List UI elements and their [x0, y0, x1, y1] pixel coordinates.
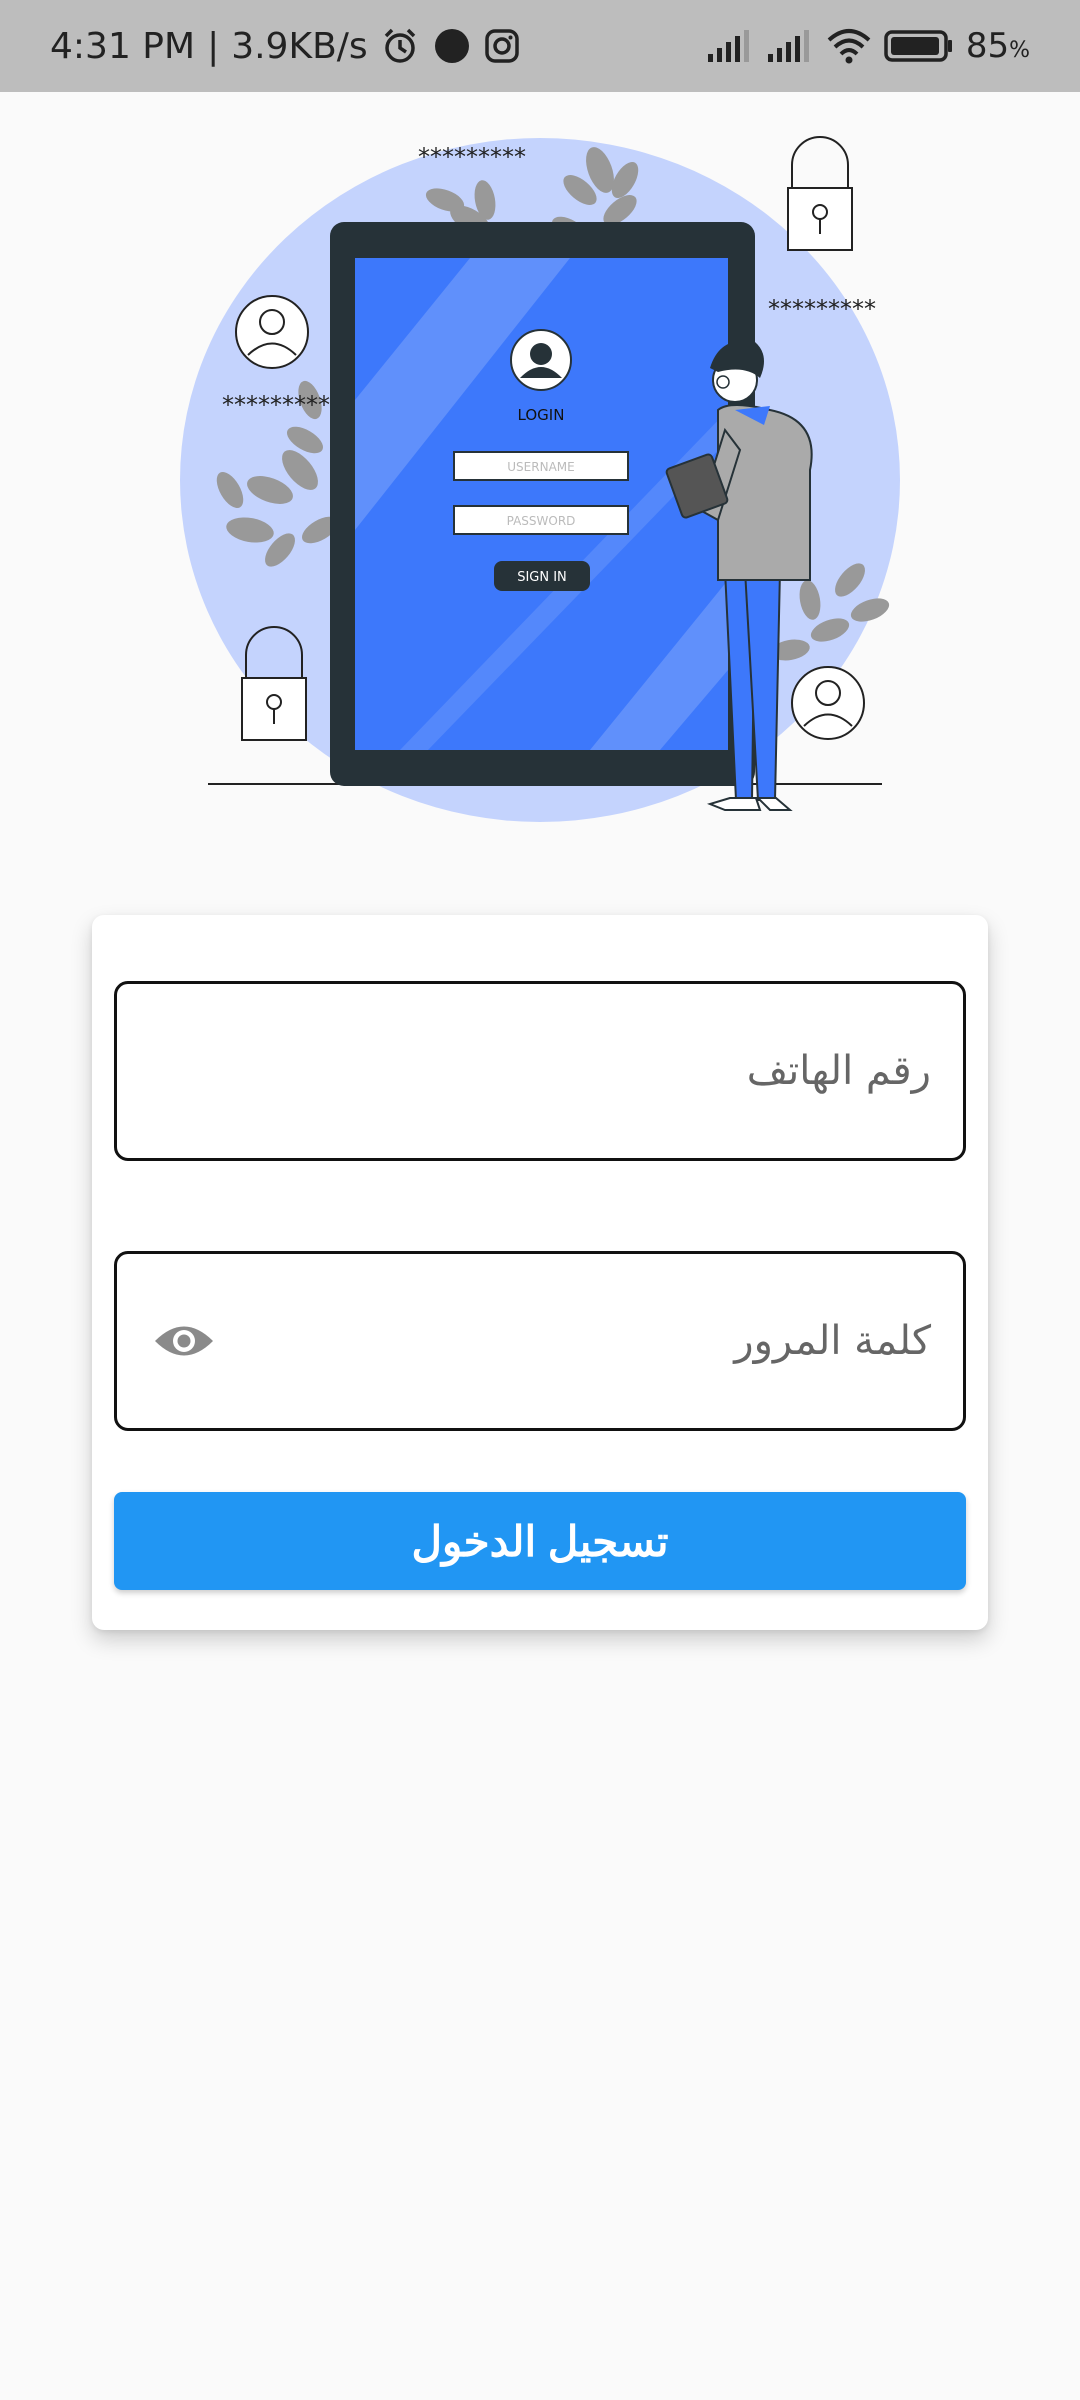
status-right: 85%	[706, 26, 1030, 66]
signal-icon	[766, 28, 814, 64]
password-input[interactable]: كلمة المرور	[114, 1251, 966, 1431]
battery-icon	[884, 28, 954, 64]
battery-percent: 85%	[965, 26, 1030, 66]
clock: 4:31 PM	[50, 25, 196, 67]
status-bar: 4:31 PM | 3.9KB/s 85%	[0, 0, 1080, 92]
tablet-username: USERNAME	[507, 460, 574, 474]
alarm-icon	[380, 26, 420, 66]
wifi-icon	[826, 28, 872, 64]
user-circle-icon	[791, 666, 865, 740]
user-circle-icon	[235, 295, 309, 369]
instagram-icon	[484, 28, 520, 64]
tablet-login-title: LOGIN	[518, 406, 565, 424]
dot-icon	[432, 26, 472, 66]
asterisks-right: *********	[768, 295, 876, 323]
phone-placeholder: رقم الهاتف	[746, 1048, 931, 1094]
status-left: 4:31 PM | 3.9KB/s	[50, 26, 520, 67]
login-card: رقم الهاتف كلمة المرور تسجيل الدخول	[92, 915, 988, 1630]
separator: |	[207, 25, 220, 67]
signal-icon	[706, 28, 754, 64]
asterisks-top: *********	[418, 143, 526, 171]
tablet-password: PASSWORD	[507, 514, 576, 528]
login-button[interactable]: تسجيل الدخول	[114, 1492, 966, 1590]
tablet-sign-in: SIGN IN	[517, 570, 567, 585]
login-illustration: ********* ********* ********* LOGIN USER…	[180, 136, 900, 822]
padlock-icon	[787, 136, 853, 251]
password-placeholder: كلمة المرور	[734, 1318, 931, 1364]
phone-input[interactable]: رقم الهاتف	[114, 981, 966, 1161]
network-speed: 3.9KB/s	[231, 25, 368, 67]
asterisks-left: *********	[222, 391, 330, 419]
eye-icon[interactable]	[153, 1320, 215, 1362]
